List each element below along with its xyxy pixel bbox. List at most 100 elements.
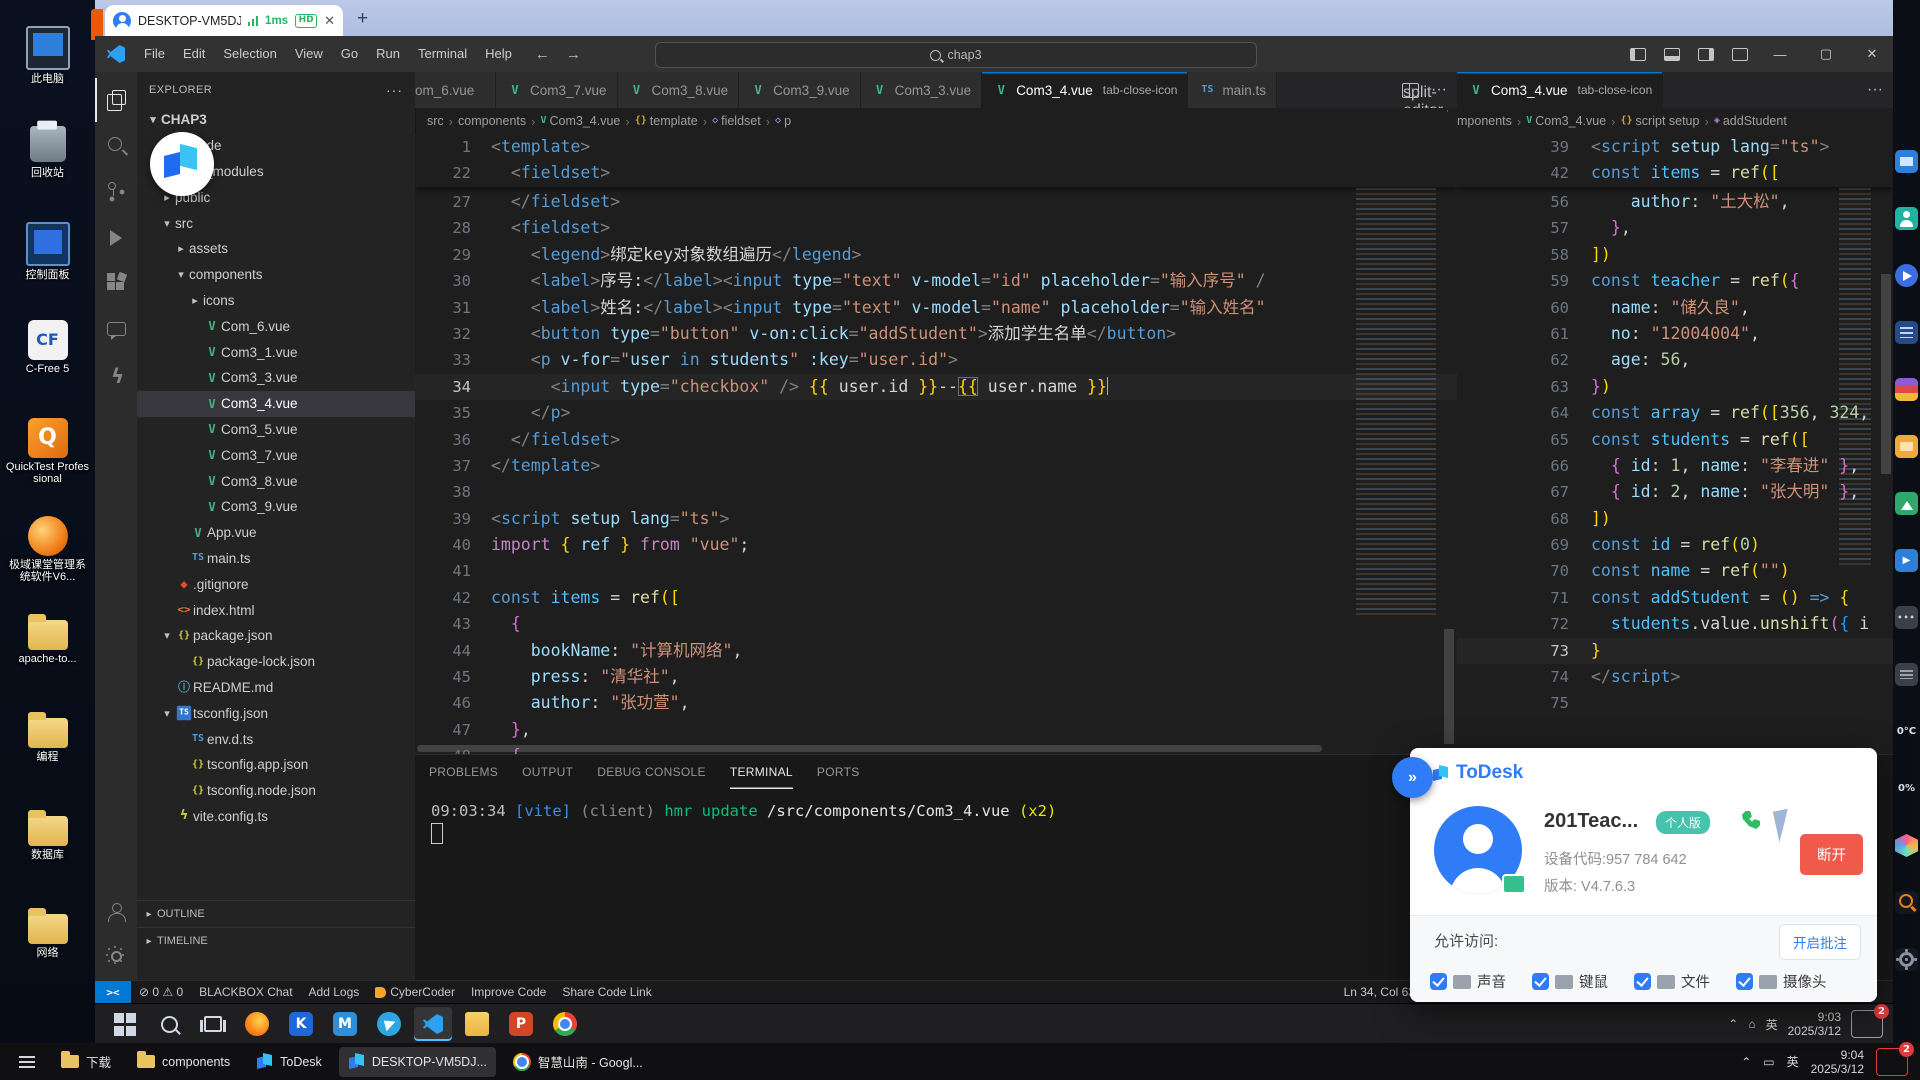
tray-input-language[interactable]: 英 — [1766, 1016, 1778, 1033]
remote-indicator[interactable]: >< — [95, 981, 131, 1003]
host-taskbar-todesk[interactable]: ToDesk — [247, 1047, 331, 1077]
menu-help[interactable]: Help — [476, 41, 521, 67]
menu-file[interactable]: File — [135, 41, 174, 67]
dock-hex-icon[interactable] — [1895, 834, 1918, 857]
taskbar-search-icon[interactable] — [150, 1007, 188, 1041]
permission-摄像头[interactable]: 摄像头 — [1736, 971, 1827, 992]
tab-com3-8-vue[interactable]: VCom3_8.vue — [618, 72, 740, 108]
tree-item-app-vue[interactable]: VApp.vue — [137, 520, 415, 546]
breadcrumb-item[interactable]: components — [458, 114, 526, 128]
host-tray-clock[interactable]: 9:042025/3/12 — [1811, 1048, 1864, 1076]
tree-item-icons[interactable]: ▸icons — [137, 288, 415, 314]
host-taskbar-components[interactable]: components — [128, 1047, 239, 1077]
checkbox-checked-icon[interactable] — [1532, 973, 1549, 990]
tree-item-main-ts[interactable]: TSmain.ts — [137, 546, 415, 572]
activity-bolt-icon[interactable] — [95, 354, 137, 398]
tree-item-tsconfig-json[interactable]: ▾TStsconfig.json — [137, 700, 415, 726]
command-search-box[interactable]: chap3 — [655, 42, 1257, 68]
dock-dots-icon[interactable] — [1895, 606, 1918, 629]
host-tray-input-language[interactable]: 英 — [1787, 1053, 1799, 1070]
desktop-icon-极域课堂管理系统软件v6-[interactable]: 极域课堂管理系统软件V6... — [4, 516, 91, 583]
status-blackbox-chat[interactable]: BLACKBOX Chat — [191, 985, 300, 999]
dock-0-c-icon[interactable]: 0°C — [1895, 720, 1918, 743]
tree-item-src[interactable]: ▾src — [137, 210, 415, 236]
tab-com3-3-vue[interactable]: VCom3_3.vue — [861, 72, 983, 108]
desktop-icon-网络[interactable]: 网络 — [4, 908, 91, 959]
dock-image-icon[interactable] — [1895, 492, 1918, 515]
tree-item-com3-1-vue[interactable]: VCom3_1.vue — [137, 339, 415, 365]
host-tray-display-icon[interactable]: ▭ — [1763, 1055, 1774, 1069]
dock-search-icon[interactable] — [1895, 891, 1918, 914]
host-taskbar-menu[interactable] — [10, 1047, 44, 1077]
taskbar-tg-icon[interactable] — [370, 1007, 408, 1041]
tree-item-assets[interactable]: ▸assets — [137, 236, 415, 262]
menu-edit[interactable]: Edit — [174, 41, 214, 67]
desktop-icon-编程[interactable]: 编程 — [4, 712, 91, 763]
taskbar-win-icon[interactable] — [106, 1007, 144, 1041]
restore-button[interactable]: ▢ — [1805, 36, 1847, 72]
checkbox-checked-icon[interactable] — [1736, 973, 1753, 990]
panel-tab-terminal[interactable]: TERMINAL — [730, 755, 793, 789]
tree-item-readme-md[interactable]: ⓘREADME.md — [137, 675, 415, 701]
taskbar-ff-icon[interactable] — [238, 1007, 276, 1041]
nav-back-icon[interactable]: ← — [535, 46, 550, 63]
minimize-button[interactable]: — — [1759, 36, 1801, 72]
status-share-code-link[interactable]: Share Code Link — [554, 985, 659, 999]
desktop-icon-c-free-5[interactable]: C-Free 5 — [4, 320, 91, 375]
menu-go[interactable]: Go — [332, 41, 367, 67]
breadcrumb-item[interactable]: mponents — [1457, 114, 1512, 128]
breadcrumb-item[interactable]: addStudent — [1723, 114, 1787, 128]
taskbar-dir-icon[interactable] — [458, 1007, 496, 1041]
disconnect-button[interactable]: 断开 — [1800, 834, 1863, 875]
dock-video-icon[interactable] — [1895, 549, 1918, 572]
tree-item-tsconfig-app-json[interactable]: {}tsconfig.app.json — [137, 752, 415, 778]
dock-0--icon[interactable]: 0% — [1895, 777, 1918, 800]
editor-left[interactable]: 1<template>22 <fieldset> 27 </fieldset>2… — [415, 134, 1457, 754]
dock-gear-icon[interactable] — [1895, 948, 1918, 971]
status-add-logs[interactable]: Add Logs — [301, 985, 368, 999]
more-tabs-icon[interactable]: ··· — [1867, 81, 1883, 99]
nav-forward-icon[interactable]: → — [566, 46, 581, 63]
checkbox-checked-icon[interactable] — [1634, 973, 1651, 990]
tray-network-icon[interactable]: ⌂ — [1748, 1017, 1755, 1031]
tab-main-ts[interactable]: TSmain.ts — [1188, 72, 1277, 108]
enable-annotation-button[interactable]: 开启批注 — [1779, 924, 1861, 960]
todesk-floating-ball[interactable] — [150, 132, 214, 196]
dock-slider-icon[interactable] — [1895, 663, 1918, 686]
activity-search-icon[interactable] — [95, 124, 137, 168]
status-improve-code[interactable]: Improve Code — [463, 985, 554, 999]
panel-tab-debug-console[interactable]: DEBUG CONSOLE — [597, 755, 706, 789]
todesk-session-tab[interactable]: DESKTOP-VM5DJ2P 1ms HD ✕ — [105, 5, 343, 36]
breadcrumb-item[interactable]: Com3_4.vue — [1535, 114, 1606, 128]
explorer-more-actions-icon[interactable]: ··· — [386, 82, 403, 98]
tree-item-index-html[interactable]: <>index.html — [137, 597, 415, 623]
breadcrumb-item[interactable]: fieldset — [721, 114, 761, 128]
toggle-panel-icon[interactable] — [1657, 41, 1687, 67]
breadcrumb-left[interactable]: src›components›VCom3_4.vue›{}template›◇f… — [427, 108, 1447, 134]
tree-item-com3-3-vue[interactable]: VCom3_3.vue — [137, 365, 415, 391]
menu-selection[interactable]: Selection — [214, 41, 285, 67]
editor-right[interactable]: 39<script setup lang="ts">42const items … — [1457, 134, 1893, 754]
host-taskbar-下载[interactable]: 下载 — [52, 1047, 120, 1077]
tab-com3-9-vue[interactable]: VCom3_9.vue — [739, 72, 861, 108]
tree-item-com3-4-vue[interactable]: VCom3_4.vue — [137, 391, 415, 417]
tray-clock[interactable]: 9:032025/3/12 — [1788, 1010, 1841, 1038]
breadcrumb-item[interactable]: p — [784, 114, 791, 128]
new-session-button[interactable]: + — [357, 8, 368, 30]
host-tray-notification-icon[interactable]: 2 — [1876, 1048, 1908, 1076]
close-button[interactable]: ✕ — [1851, 36, 1893, 72]
activity-gear-icon[interactable] — [95, 934, 137, 978]
tree-item-com-6-vue[interactable]: VCom_6.vue — [137, 313, 415, 339]
host-taskbar-desktop-vm5dj-[interactable]: DESKTOP-VM5DJ... — [339, 1047, 496, 1077]
breadcrumb-item[interactable]: template — [650, 114, 698, 128]
tab-om-6-vue[interactable]: om_6.vue — [415, 72, 496, 108]
breadcrumb-item[interactable]: script setup — [1636, 114, 1700, 128]
desktop-icon-回收站[interactable]: 回收站 — [4, 124, 91, 179]
desktop-icon-此电脑[interactable]: 此电脑 — [4, 26, 91, 85]
tree-item-com3-7-vue[interactable]: VCom3_7.vue — [137, 442, 415, 468]
true[interactable]: tab-close-icon — [1103, 83, 1178, 97]
true[interactable]: tab-close-icon — [1578, 83, 1653, 97]
activity-git-icon[interactable] — [95, 170, 137, 214]
tree-item-com3-9-vue[interactable]: VCom3_9.vue — [137, 494, 415, 520]
host-tray-chevron[interactable]: ⌃ — [1741, 1055, 1751, 1069]
